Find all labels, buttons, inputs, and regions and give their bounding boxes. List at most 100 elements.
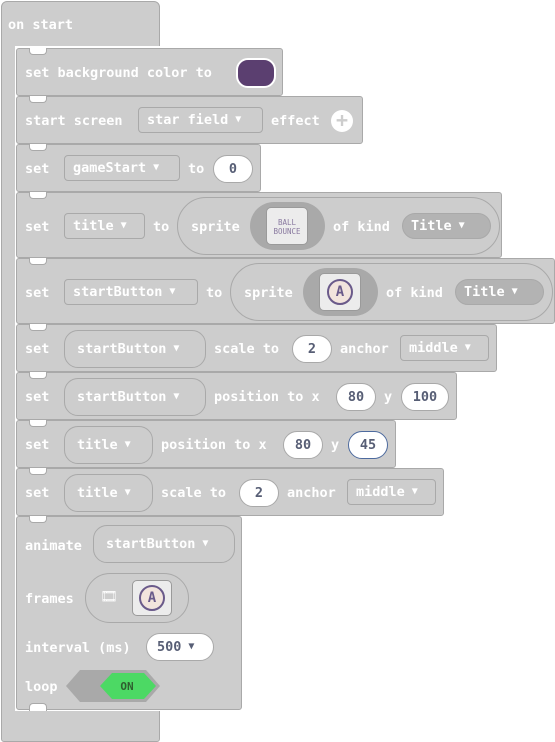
set-background-color-block[interactable]: set background color to xyxy=(16,48,283,96)
sprite-variable-dropdown[interactable]: startButton ▼ xyxy=(64,378,206,416)
block-label-suffix: effect xyxy=(271,113,320,129)
block-label: set background color to xyxy=(25,65,212,81)
scale-label: scale to xyxy=(161,485,227,501)
interval-dropdown[interactable]: 500 ▼ xyxy=(146,633,214,661)
value-input[interactable]: 0 xyxy=(213,155,253,183)
y-label: y xyxy=(331,437,340,453)
sprite-label: sprite xyxy=(191,219,240,235)
sprite-variable-dropdown[interactable]: startButton ▼ xyxy=(93,525,235,563)
frames-label: frames xyxy=(25,591,74,607)
dropdown-value: startButton xyxy=(106,536,196,552)
loop-label: loop xyxy=(25,679,58,695)
set-label: set xyxy=(25,437,50,453)
block-notch xyxy=(29,144,47,151)
chevron-down-icon: ▼ xyxy=(120,220,127,231)
sprite-image-thumbnail[interactable]: A xyxy=(319,273,361,311)
anchor-label: anchor xyxy=(340,341,389,357)
chevron-down-icon: ▼ xyxy=(173,343,180,354)
dropdown-value: gameStart xyxy=(73,160,147,176)
image-picker[interactable]: BALL BOUNCE xyxy=(250,202,325,250)
block-notch xyxy=(29,192,47,199)
to-label: to xyxy=(206,285,223,301)
chevron-down-icon: ▼ xyxy=(202,538,209,549)
set-label: set xyxy=(25,485,50,501)
sprite-variable-dropdown[interactable]: title ▼ xyxy=(64,474,153,512)
anchor-dropdown[interactable]: middle ▼ xyxy=(347,479,436,505)
dropdown-value: middle xyxy=(409,340,458,356)
dropdown-value: startButton xyxy=(73,284,163,300)
hat-label: on start xyxy=(8,17,74,33)
variable-dropdown[interactable]: title ▼ xyxy=(64,213,145,239)
frame-thumbnail[interactable]: A xyxy=(132,580,172,616)
a-button-icon: A xyxy=(327,279,353,305)
position-label: position to x xyxy=(161,437,267,453)
chevron-down-icon: ▼ xyxy=(124,487,131,498)
kind-dropdown[interactable]: Title ▼ xyxy=(455,279,544,305)
effect-dropdown[interactable]: star field ▼ xyxy=(138,107,263,133)
block-notch xyxy=(29,324,47,331)
block-notch xyxy=(29,48,47,55)
dropdown-value: Title xyxy=(464,284,505,300)
block-notch xyxy=(29,468,47,475)
set-startbutton-sprite-block[interactable]: set startButton ▼ to sprite A of kind Tit… xyxy=(16,258,555,324)
x-input[interactable]: 80 xyxy=(336,383,376,411)
sprite-create-reporter[interactable]: sprite A of kind Title ▼ xyxy=(230,263,553,321)
chevron-down-icon: ▼ xyxy=(173,391,180,402)
block-label: start screen xyxy=(25,113,123,129)
image-picker[interactable]: A xyxy=(303,268,378,316)
anchor-dropdown[interactable]: middle ▼ xyxy=(400,335,489,361)
animate-label: animate xyxy=(25,538,82,554)
sprite-image-text: BALL BOUNCE xyxy=(273,218,301,236)
to-label: to xyxy=(188,161,205,177)
chevron-down-icon: ▼ xyxy=(411,486,418,497)
anchor-label: anchor xyxy=(287,485,336,501)
set-title-scale-block[interactable]: set title ▼ scale to 2 anchor middle ▼ xyxy=(16,468,444,516)
scale-input[interactable]: 2 xyxy=(239,479,279,507)
chevron-down-icon: ▼ xyxy=(511,286,518,297)
variable-dropdown[interactable]: startButton ▼ xyxy=(64,279,198,305)
sprite-image-thumbnail[interactable]: BALL BOUNCE xyxy=(266,207,308,245)
toggle-label: ON xyxy=(120,680,133,693)
dropdown-value: title xyxy=(77,437,118,453)
a-button-icon: A xyxy=(139,585,165,611)
set-label: set xyxy=(25,341,50,357)
interval-label: interval (ms) xyxy=(25,640,131,656)
frames-picker[interactable]: 🎞︎ A xyxy=(85,573,189,623)
set-label: set xyxy=(25,389,50,405)
dropdown-value: startButton xyxy=(77,341,167,357)
sprite-label: sprite xyxy=(244,285,293,301)
dropdown-value: Title xyxy=(411,218,452,234)
kind-dropdown[interactable]: Title ▼ xyxy=(402,213,491,239)
y-label: y xyxy=(384,389,393,405)
loop-toggle[interactable]: ON xyxy=(66,670,160,702)
of-kind-label: of kind xyxy=(333,219,390,235)
dropdown-value: title xyxy=(73,218,114,234)
sprite-create-reporter[interactable]: sprite BALL BOUNCE of kind Title ▼ xyxy=(177,197,500,255)
scale-input[interactable]: 2 xyxy=(292,335,332,363)
start-screen-effect-block[interactable]: start screen star field ▼ effect + xyxy=(16,96,363,144)
set-title-sprite-block[interactable]: set title ▼ to sprite BALL BOUNCE of kind… xyxy=(16,192,502,258)
x-input[interactable]: 80 xyxy=(283,431,323,459)
chevron-down-icon: ▼ xyxy=(124,439,131,450)
y-input[interactable]: 45 xyxy=(348,431,388,459)
set-startbutton-scale-block[interactable]: set startButton ▼ scale to 2 anchor middl… xyxy=(16,324,497,372)
set-label: set xyxy=(25,285,50,301)
chevron-down-icon: ▼ xyxy=(188,641,195,652)
set-gamestart-block[interactable]: set gameStart ▼ to 0 xyxy=(16,144,261,192)
sprite-variable-dropdown[interactable]: startButton ▼ xyxy=(64,330,206,368)
block-notch xyxy=(29,420,47,427)
dropdown-value: 500 xyxy=(157,639,182,655)
set-title-position-block[interactable]: set title ▼ position to x 80 y 45 xyxy=(16,420,396,468)
y-input[interactable]: 100 xyxy=(401,383,449,411)
variable-dropdown[interactable]: gameStart ▼ xyxy=(64,155,180,181)
chevron-down-icon: ▼ xyxy=(458,220,465,231)
dropdown-value: startButton xyxy=(77,389,167,405)
block-notch xyxy=(29,258,47,265)
block-notch xyxy=(29,516,47,523)
set-startbutton-position-block[interactable]: set startButton ▼ position to x 80 y 100 xyxy=(16,372,457,420)
sprite-variable-dropdown[interactable]: title ▼ xyxy=(64,426,153,464)
set-label: set xyxy=(25,219,50,235)
color-swatch[interactable] xyxy=(236,58,276,88)
add-icon[interactable]: + xyxy=(331,110,353,132)
block-bottom-notch xyxy=(29,703,47,711)
